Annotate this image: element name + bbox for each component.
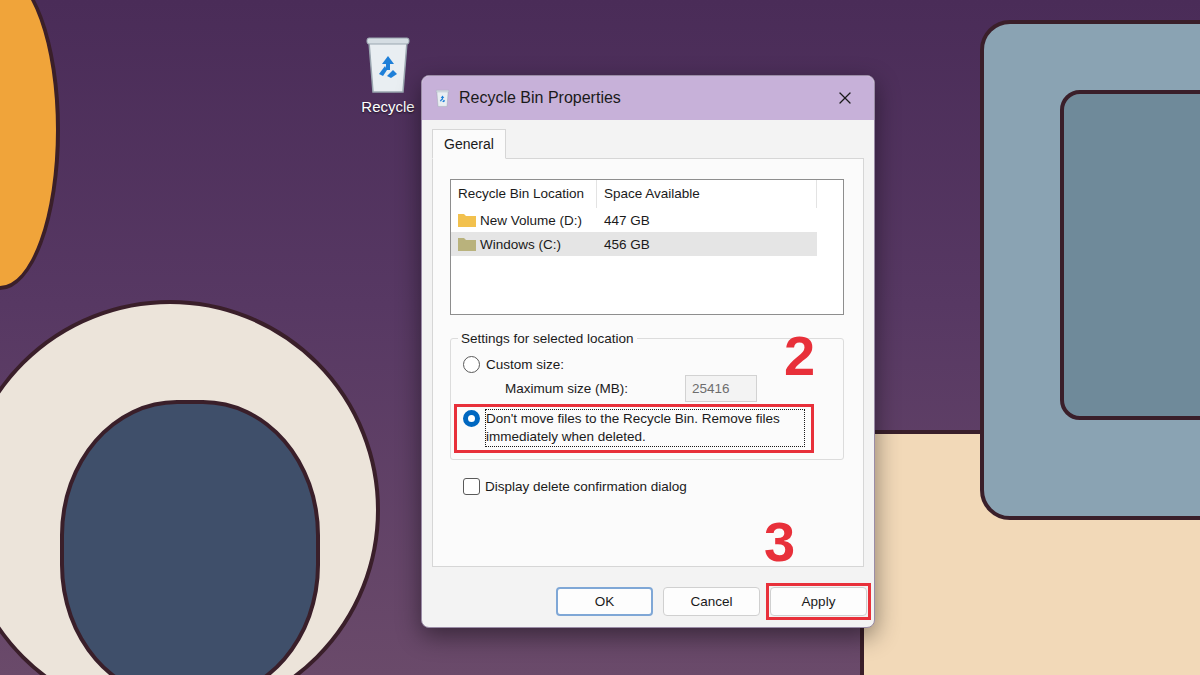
dialog-button[interactable]: Apply: [770, 587, 867, 616]
max-size-label: Maximum size (MB):: [505, 381, 685, 396]
radio-option[interactable]: Don't move files to the Recycle Bin. Rem…: [454, 404, 814, 453]
title-bar: Recycle Bin Properties: [422, 76, 874, 120]
dialog-button[interactable]: OK: [556, 587, 653, 616]
recycle-bin-icon: [435, 89, 450, 107]
window-title: Recycle Bin Properties: [459, 89, 821, 107]
group-title: Settings for selected location: [458, 331, 637, 346]
step-marker: 2: [784, 328, 815, 384]
dialog-button[interactable]: Cancel: [663, 587, 760, 616]
space-cell: 456 GB: [597, 232, 817, 256]
radio-label: Don't move files to the Recycle Bin. Rem…: [485, 409, 805, 447]
close-icon: [835, 88, 855, 108]
confirm-checkbox[interactable]: Display delete confirmation dialog: [450, 478, 844, 495]
folder-icon: [458, 213, 476, 227]
radio-label: Custom size:: [485, 355, 565, 375]
location-cell: New Volume (D:): [451, 208, 597, 232]
step-marker: 3: [764, 514, 795, 570]
wallpaper-shape: [0, 0, 60, 290]
close-button[interactable]: [830, 83, 860, 113]
list-header: Recycle Bin LocationSpace Available: [451, 180, 817, 208]
tab[interactable]: General: [432, 129, 506, 159]
location-cell: Windows (C:): [451, 232, 597, 256]
button-wrap: OK: [556, 587, 653, 616]
button-wrap: Apply: [766, 583, 871, 620]
column-header[interactable]: Space Available: [597, 180, 817, 208]
max-size-row: Maximum size (MB):25416: [454, 375, 839, 402]
button-wrap: Cancel: [663, 587, 760, 616]
properties-dialog: Recycle Bin Properties General Recycle Bin…: [421, 75, 875, 628]
radio-icon: [463, 410, 480, 427]
checkbox-icon: [463, 478, 480, 495]
list-row[interactable]: New Volume (D:)447 GB: [451, 208, 817, 232]
max-size-field: 25416: [685, 375, 757, 402]
desktop-icon[interactable]: Recycle: [356, 34, 420, 115]
wallpaper-shape: [60, 400, 320, 675]
space-cell: 447 GB: [597, 208, 817, 232]
list-row[interactable]: Windows (C:)456 GB: [451, 232, 817, 256]
desktop: RecycleRecycle Bin PropertiesGeneralRecy…: [0, 0, 1200, 675]
column-header[interactable]: Recycle Bin Location: [451, 180, 597, 208]
desktop-icon-label: Recycle: [361, 98, 414, 115]
tab-strip: General: [432, 129, 864, 158]
folder-icon: [458, 237, 476, 251]
checkbox-label: Display delete confirmation dialog: [485, 479, 687, 494]
button-bar: OK Cancel Apply: [432, 567, 864, 616]
recycle-bin-icon: [363, 34, 413, 94]
radio-icon: [463, 356, 480, 373]
radio-option[interactable]: Custom size:: [454, 350, 574, 375]
wallpaper-shape: [1060, 90, 1200, 420]
location-list: Recycle Bin LocationSpace AvailableNew V…: [450, 179, 844, 315]
